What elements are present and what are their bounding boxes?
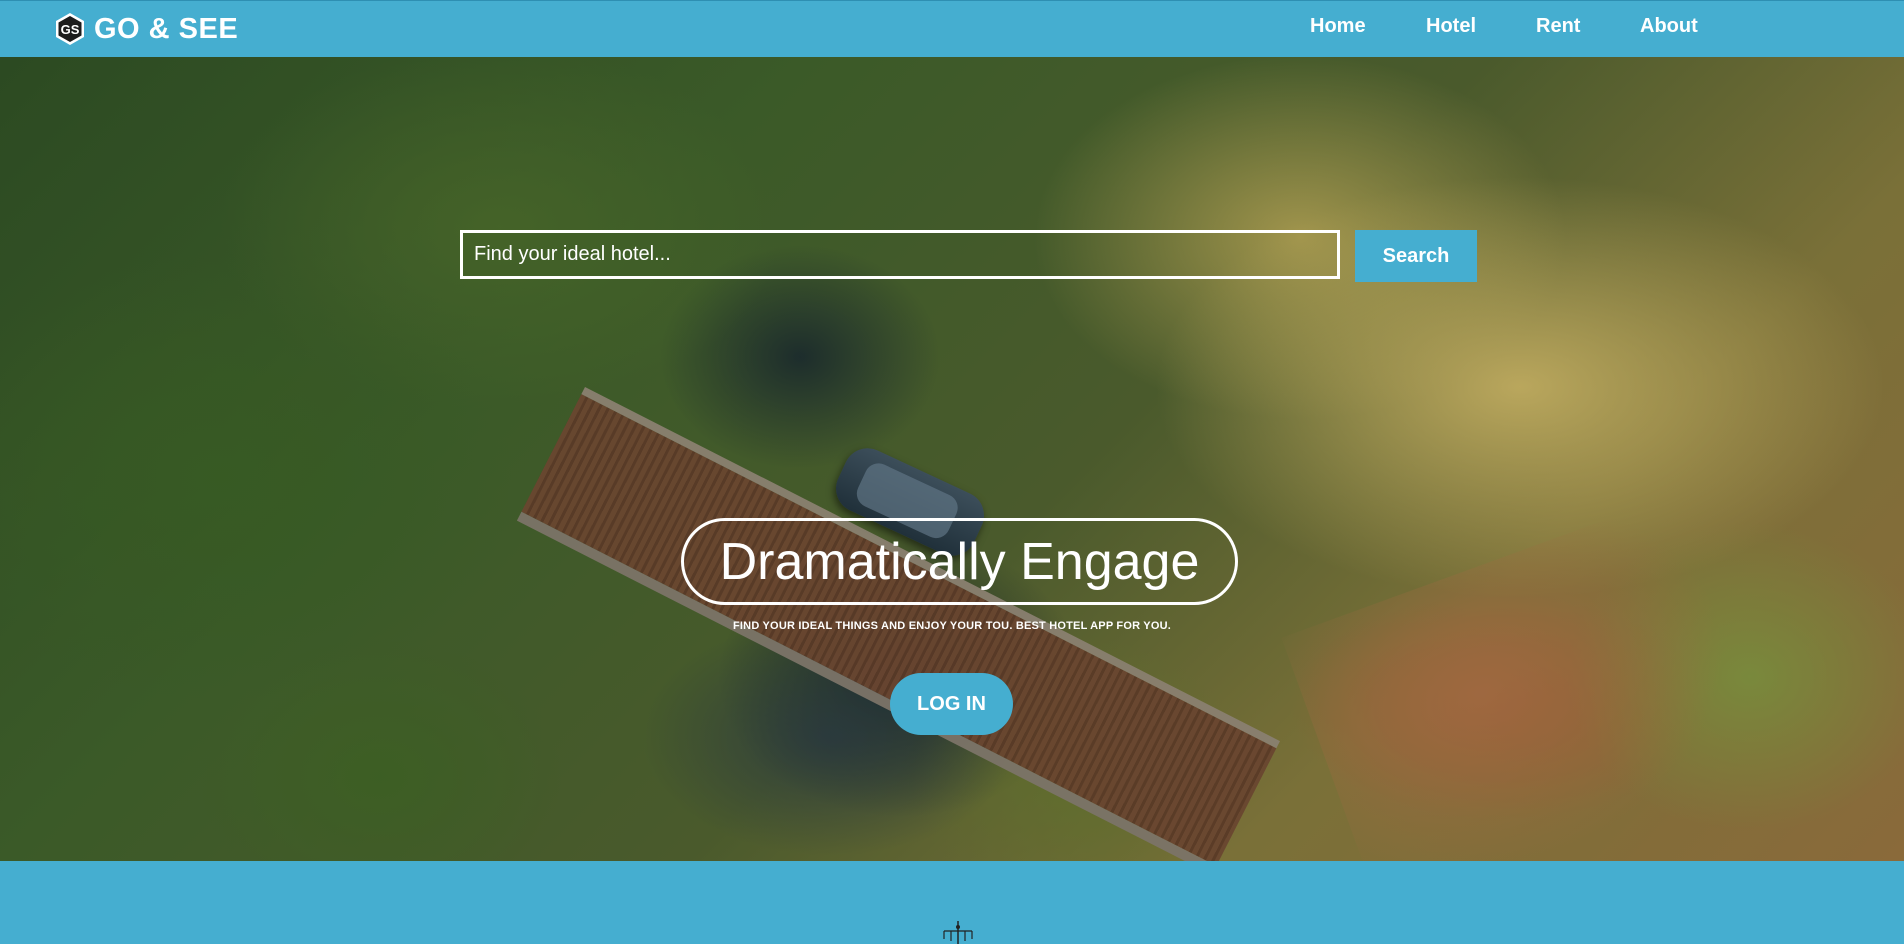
brand-name: GO & SEE	[94, 12, 239, 45]
nav-item-hotel[interactable]: Hotel	[1426, 15, 1476, 38]
search-button[interactable]: Search	[1355, 230, 1477, 282]
gs-hexagon-logo-icon: GS	[56, 13, 84, 45]
chandelier-icon	[943, 921, 973, 944]
login-button[interactable]: LOG IN	[890, 673, 1013, 735]
hero-background-path	[1281, 494, 1779, 861]
hero-tagline: FIND YOUR IDEAL THINGS AND ENJOY YOUR TO…	[733, 620, 1171, 632]
hero-headline-text: Dramatically Engage	[719, 532, 1200, 591]
svg-text:GS: GS	[61, 22, 80, 37]
nav-item-home[interactable]: Home	[1310, 15, 1366, 38]
hero-headline: Dramatically Engage	[681, 518, 1238, 605]
top-navbar: GS GO & SEE Home Hotel Rent About	[0, 0, 1904, 57]
nav-item-rent[interactable]: Rent	[1536, 15, 1580, 38]
hero-section	[0, 57, 1904, 861]
search-input[interactable]	[460, 230, 1340, 279]
brand-link[interactable]: GS GO & SEE	[53, 11, 238, 47]
nav-item-about[interactable]: About	[1640, 15, 1698, 38]
